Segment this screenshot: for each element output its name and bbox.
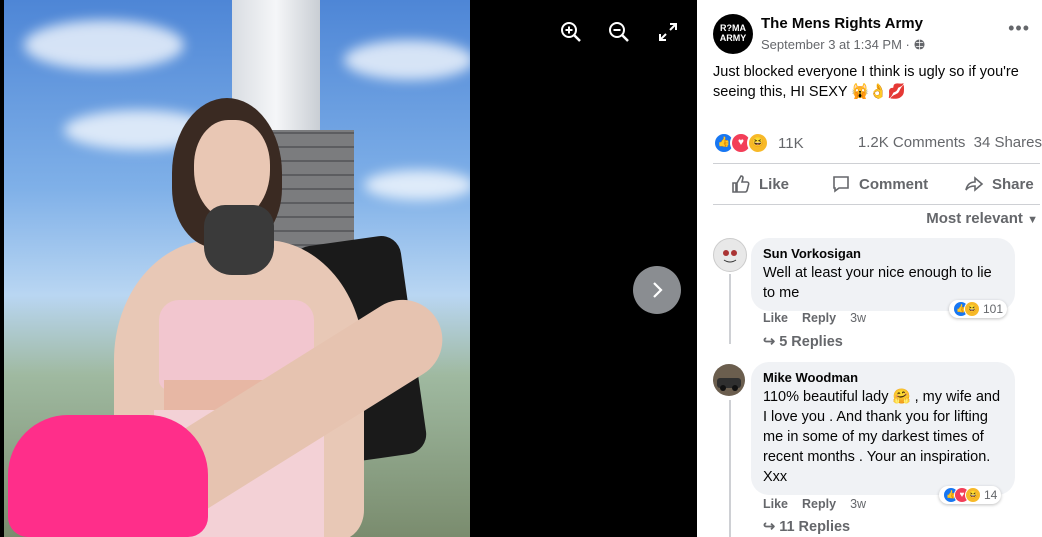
avatar[interactable]	[713, 364, 745, 396]
haha-reaction-icon: 😆	[747, 132, 769, 154]
like-label: Like	[759, 175, 790, 193]
divider	[713, 204, 1040, 205]
globe-icon	[913, 37, 925, 52]
comment-time[interactable]: 3w	[850, 311, 866, 325]
comments-count[interactable]: 1.2K Comments	[858, 134, 966, 151]
comment-bubble: Mike Woodman 110% beautiful lady 🤗 , my …	[751, 362, 1015, 495]
reply-arrow-icon: ↪	[763, 519, 776, 535]
haha-reaction-icon: 😆	[965, 487, 981, 503]
more-options-icon[interactable]: •••	[1008, 18, 1030, 39]
comment-like-link[interactable]: Like	[763, 311, 788, 325]
comment-reaction-count: 101	[983, 302, 1004, 316]
next-photo-button[interactable]	[633, 266, 681, 314]
comment-reactions[interactable]: 👍 ♥ 😆 14	[939, 486, 1002, 504]
post-emojis: 🙀👌💋	[851, 84, 906, 100]
share-label: Share	[992, 175, 1034, 193]
comment-text: Well at least your nice enough to lie to…	[763, 265, 992, 301]
reaction-summary[interactable]: 👍 ♥ 😆 11K	[713, 132, 804, 154]
thumbs-up-icon	[732, 175, 750, 193]
avatar[interactable]	[713, 238, 747, 272]
commenter-name[interactable]: Sun Vorkosigan	[763, 246, 1003, 261]
comment-reaction-count: 14	[984, 488, 998, 502]
divider	[713, 163, 1040, 164]
engagement-counts: 1.2K Comments 34 Shares	[858, 134, 1042, 151]
zoom-in-icon[interactable]	[559, 20, 583, 44]
comment-actions: Like Reply 3w	[763, 311, 866, 325]
comment-reply-link[interactable]: Reply	[802, 497, 836, 511]
comment-label: Comment	[859, 175, 929, 193]
replies-label: 11 Replies	[779, 519, 851, 535]
post-text: Just blocked everyone I think is ugly so…	[713, 62, 1033, 102]
photo-viewer	[0, 0, 697, 537]
share-icon	[965, 176, 984, 192]
page-avatar[interactable]: R?MA ARMY	[713, 14, 753, 54]
comment-text: 110% beautiful lady 🤗 , my wife and I lo…	[763, 389, 1001, 485]
separator-dot: ·	[905, 37, 914, 52]
comment-actions: Like Reply 3w	[763, 497, 866, 511]
view-replies-button[interactable]: ↪ 11 Replies	[763, 519, 850, 535]
comment-time[interactable]: 3w	[850, 497, 866, 511]
comment-button[interactable]: Comment	[831, 174, 928, 194]
haha-reaction-icon: 😆	[964, 301, 980, 317]
zoom-out-icon[interactable]	[607, 20, 631, 44]
post-photo[interactable]	[4, 0, 470, 537]
caret-down-icon: ▼	[1027, 214, 1038, 226]
post-meta: September 3 at 1:34 PM ·	[761, 37, 925, 52]
sort-comments-dropdown[interactable]: Most relevant ▼	[926, 210, 1038, 227]
thread-line	[729, 400, 731, 537]
like-button[interactable]: Like	[731, 174, 789, 194]
share-button[interactable]: Share	[964, 174, 1034, 194]
page-name[interactable]: The Mens Rights Army	[761, 15, 923, 32]
fullscreen-icon[interactable]	[656, 20, 680, 44]
post-timestamp[interactable]: September 3 at 1:34 PM	[761, 37, 902, 52]
thread-line	[729, 274, 731, 344]
comment-like-link[interactable]: Like	[763, 497, 788, 511]
comment-reactions[interactable]: 👍 😆 101	[949, 300, 1008, 318]
comment-reply-link[interactable]: Reply	[802, 311, 836, 325]
view-replies-button[interactable]: ↪ 5 Replies	[763, 334, 843, 350]
commenter-name[interactable]: Mike Woodman	[763, 370, 1003, 385]
replies-label: 5 Replies	[779, 334, 843, 350]
post-panel: R?MA ARMY The Mens Rights Army September…	[697, 0, 1042, 537]
sort-label: Most relevant	[926, 210, 1023, 227]
reaction-count[interactable]: 11K	[778, 135, 804, 152]
comment-icon	[833, 176, 849, 193]
reply-arrow-icon: ↪	[763, 334, 776, 350]
shares-count[interactable]: 34 Shares	[974, 134, 1042, 151]
